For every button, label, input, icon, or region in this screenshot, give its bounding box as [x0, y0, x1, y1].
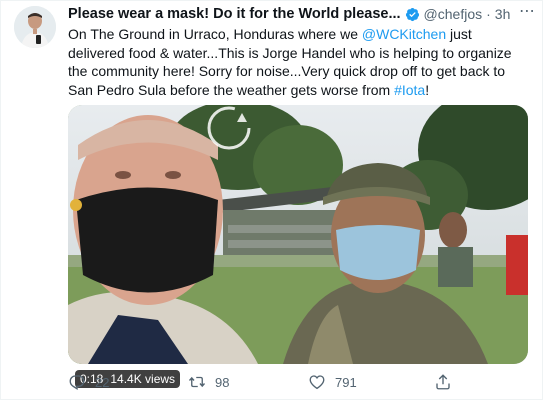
- hashtag-link[interactable]: #Iota: [394, 82, 425, 98]
- tweet-header: Please wear a mask! Do it for the World …: [68, 5, 538, 23]
- reply-icon: [69, 375, 85, 390]
- retweet-count: 98: [215, 374, 230, 390]
- heart-icon: [309, 375, 325, 390]
- tweet-text: On The Ground in Urraco, Honduras where …: [68, 25, 530, 99]
- reply-button[interactable]: 22: [68, 371, 109, 393]
- avatar[interactable]: [14, 6, 56, 48]
- video-player[interactable]: [68, 105, 528, 364]
- like-count: 791: [335, 374, 357, 390]
- more-options-icon[interactable]: ⋯: [519, 1, 536, 21]
- timestamp[interactable]: 3h: [495, 6, 511, 22]
- verified-badge-icon: [405, 7, 419, 21]
- tweet-actions: 22 98 791: [68, 371, 538, 393]
- tweet-text-part: !: [425, 81, 430, 98]
- retweet-button[interactable]: 98: [188, 371, 229, 393]
- share-button[interactable]: [434, 371, 461, 393]
- share-icon: [436, 374, 450, 390]
- video-frame: [68, 105, 528, 364]
- like-button[interactable]: 791: [308, 371, 357, 393]
- separator-dot: ·: [486, 6, 491, 22]
- tweet-card[interactable]: Please wear a mask! Do it for the World …: [0, 0, 543, 400]
- tweet-text-part: On The Ground in Urraco, Honduras where …: [68, 26, 362, 42]
- user-handle[interactable]: @chefjos: [424, 6, 483, 22]
- reply-count: 22: [95, 374, 110, 390]
- mention-link[interactable]: @WCKitchen: [362, 26, 446, 42]
- retweet-icon: [188, 376, 206, 388]
- replay-icon[interactable]: [206, 105, 252, 151]
- display-name[interactable]: Please wear a mask! Do it for the World …: [68, 6, 401, 22]
